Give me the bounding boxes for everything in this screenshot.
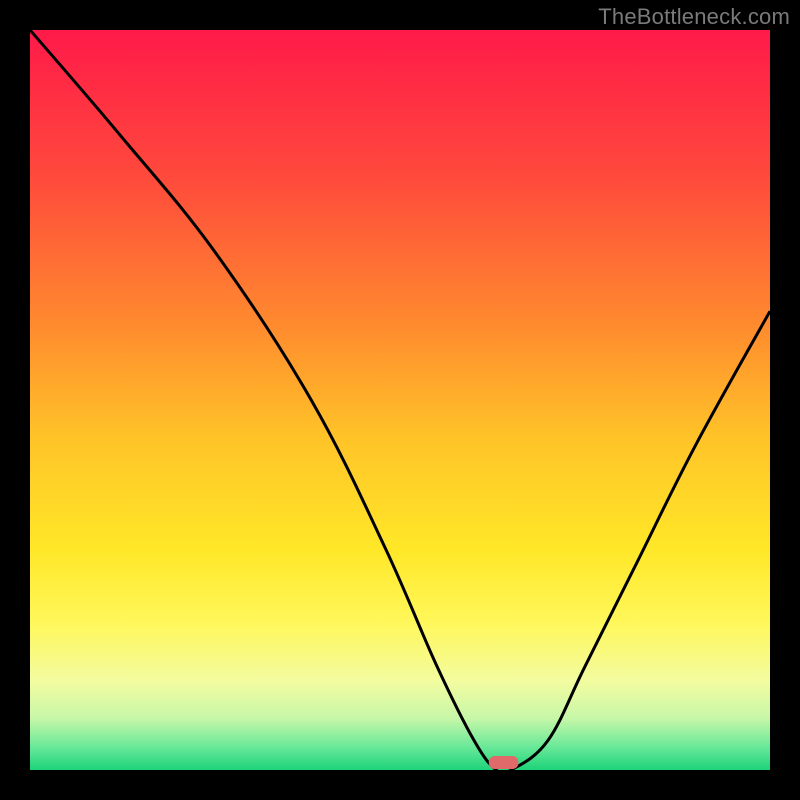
- gradient-background: [30, 30, 770, 770]
- optimal-marker: [489, 756, 519, 769]
- bottleneck-chart-svg: [30, 30, 770, 770]
- plot-area: [30, 30, 770, 770]
- chart-frame: TheBottleneck.com: [0, 0, 800, 800]
- watermark-label: TheBottleneck.com: [598, 4, 790, 30]
